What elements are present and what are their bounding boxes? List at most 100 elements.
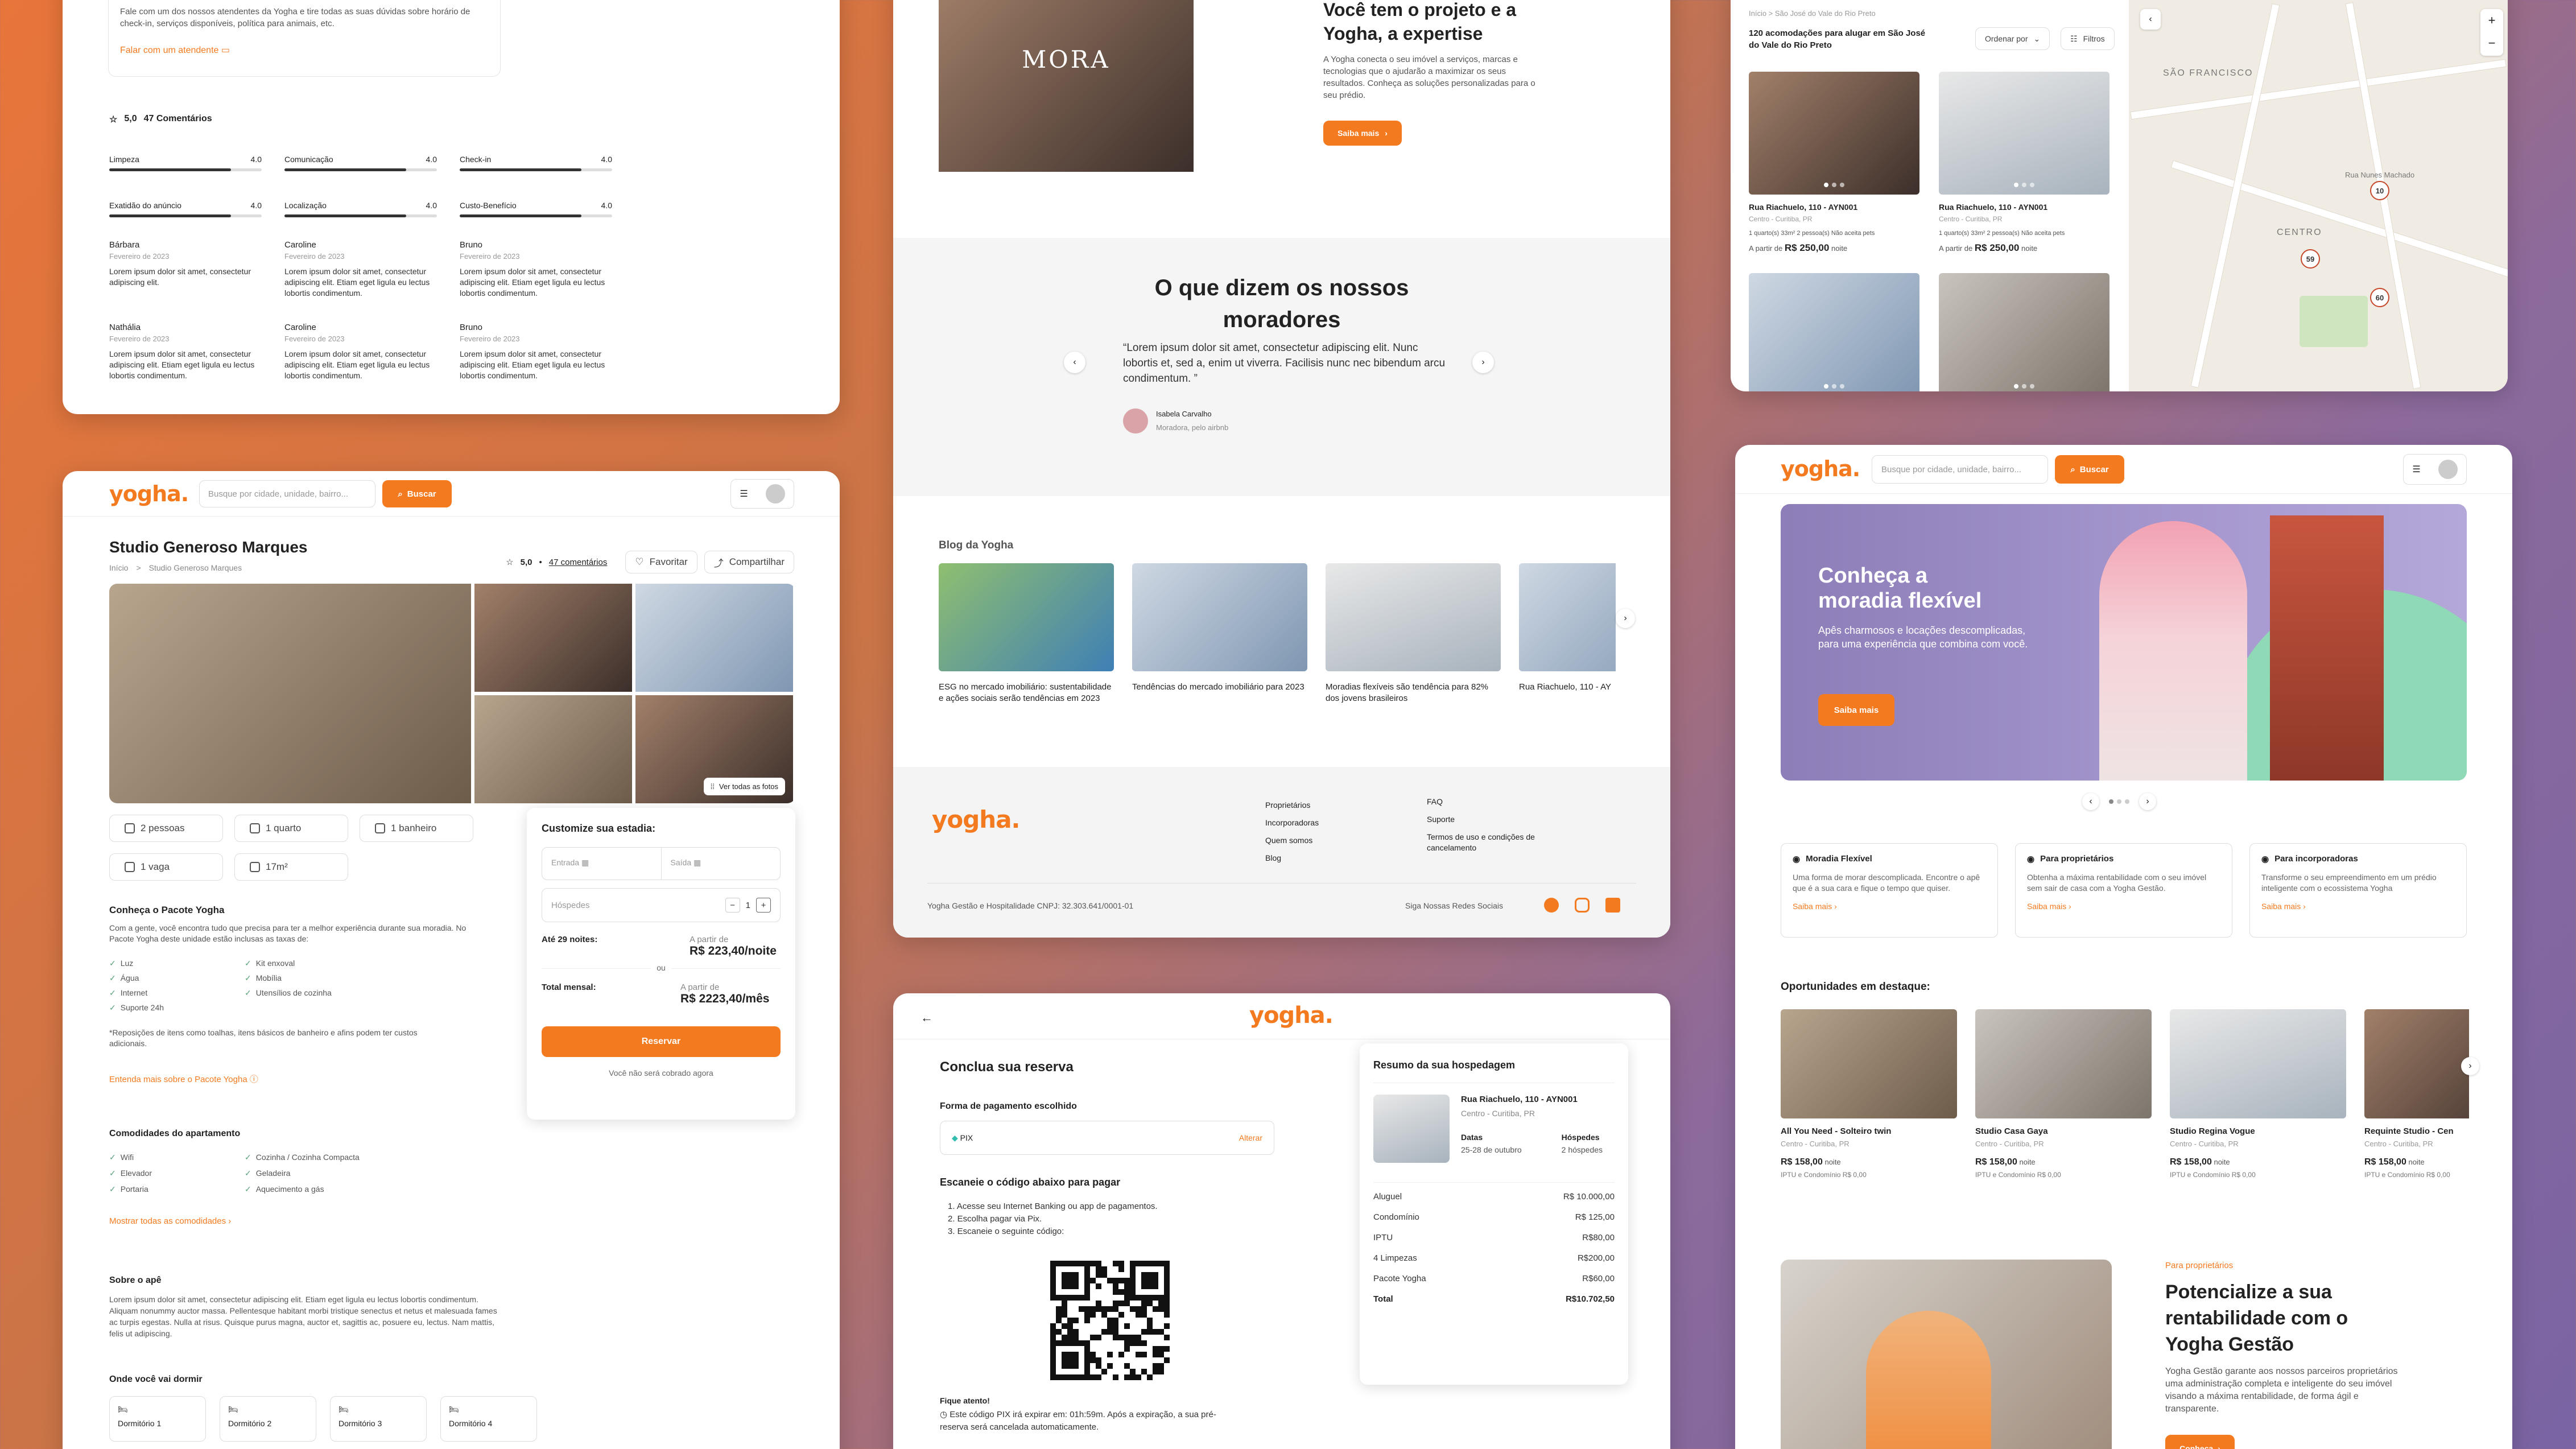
check-icon: ✓ [245,1184,251,1194]
logo[interactable]: yogha. [109,481,189,506]
footer-link[interactable]: Proprietários [1265,796,1319,814]
stay-guests: 2 hóspedes [1561,1145,1603,1154]
photo[interactable]: ⁞⁞ Ver todas as fotos [635,695,793,803]
scan-title: Escaneie o código abaixo para pagar [940,1176,1121,1188]
logo[interactable]: yogha. [1249,1002,1334,1029]
booking-box: Customize sua estadia: Entrada ▦ Saída ▦… [527,808,795,1120]
listing-card[interactable] [1939,273,2109,391]
photo-main[interactable] [109,584,471,803]
back-arrow-icon[interactable]: ← [920,1010,933,1025]
list-item: ✓ Suporte 24h [109,1003,164,1012]
photo[interactable] [474,584,632,692]
user-menu[interactable]: ☰ [2403,454,2467,485]
map-pin[interactable]: 10 [2370,181,2389,200]
footer-link[interactable]: Incorporadoras [1265,814,1319,832]
minus-button[interactable]: − [725,898,740,913]
user-menu[interactable]: ☰ [730,479,794,509]
amenities-link[interactable]: Mostrar todas as comodidades › [109,1216,231,1226]
cost-list: Aluguel R$ 10.000,00 Condomínio R$ 125,00 IP… [1373,1192,1615,1283]
zoom-in-icon[interactable]: + [2480,9,2503,32]
comments-link[interactable]: 47 comentários [549,558,608,567]
listing-card[interactable]: Rua Riachuelo, 110 - AYN001 Centro - Curi… [1749,72,1919,254]
room-card[interactable]: 🛏 Dormitório 2 [220,1396,316,1442]
listing-card[interactable] [1749,273,1919,391]
opportunity-card[interactable]: Requinte Studio - Cen Centro - Curitiba, … [2364,1009,2469,1179]
next-arrow-icon[interactable]: › [1616,609,1635,628]
logo[interactable]: yogha. [1781,456,1860,481]
reserve-button[interactable]: Reservar [542,1026,781,1057]
rating-bar [284,214,437,217]
map[interactable]: SÃO FRANCISCO CENTRO Rua Nunes Machado 1… [2129,0,2508,391]
listing-photo [2170,1009,2346,1118]
checkout-field[interactable]: Saída ▦ [662,848,781,880]
owner-button[interactable]: Conheça › [2165,1435,2235,1449]
photo[interactable] [474,695,632,803]
guests-count: 1 [745,900,750,910]
footer-link[interactable]: Suporte [1427,814,1552,825]
room-card[interactable]: 🛏 Dormitório 1 [109,1396,206,1442]
footer-link[interactable]: Quem somos [1265,832,1319,849]
sort-select[interactable]: Ordenar por ⌄ [1975,27,2050,50]
hero-button[interactable]: Saiba mais › [1323,121,1402,146]
linkedin-icon[interactable] [1605,898,1620,913]
map-pin[interactable]: 60 [2370,288,2389,307]
check-icon: ✓ [109,1184,116,1194]
search-input[interactable]: Busque por cidade, unidade, bairro... [1872,455,2048,484]
listing-photo [1749,72,1919,195]
pack-link[interactable]: Entenda mais sobre o Pacote Yogha ⓘ [109,1073,258,1085]
contact-link[interactable]: Falar com um atendente ▭ [120,44,489,56]
checkin-field[interactable]: Entrada ▦ [542,848,662,880]
prev-arrow-icon[interactable]: ‹ [1064,352,1085,373]
testimonials-section: O que dizem os nossos moradores ‹ “Lorem… [893,238,1670,496]
rating-criterion: Comunicação 4.0 [284,155,437,171]
search-button[interactable]: ⌕ Buscar [2055,455,2124,484]
blog-post[interactable]: Rua Riachuelo, 110 - AY [1519,563,1616,704]
opportunity-card[interactable]: Studio Casa Gaya Centro - Curitiba, PR R$ … [1975,1009,2152,1179]
footer-link[interactable]: Termos de uso e condições de cancelament… [1427,832,1552,853]
opportunity-card[interactable]: Studio Regina Vogue Centro - Curitiba, PR… [2170,1009,2346,1179]
footer-link[interactable]: Blog [1265,849,1319,867]
feature-card: ◉ Moradia Flexível Uma forma de morar desc… [1781,843,1998,938]
prev-arrow-icon[interactable]: ‹ [2082,793,2099,810]
check-icon: ✓ [109,1169,116,1178]
blog-post[interactable]: Tendências do mercado imobiliário para 2… [1132,563,1307,704]
monthly-label: Total mensal: [542,982,596,992]
favorite-button[interactable]: ♡ Favoritar [625,551,697,573]
feature-chip: 17m² [234,853,348,881]
summary-box: Resumo da sua hospedagem Rua Riachuelo, … [1360,1043,1628,1385]
opportunity-card[interactable]: All You Need - Solteiro twin Centro - Cur… [1781,1009,1957,1179]
listing-card[interactable]: Rua Riachuelo, 110 - AYN001 Centro - Curi… [1939,72,2109,254]
next-arrow-icon[interactable]: › [2461,1057,2479,1075]
search-input[interactable]: Busque por cidade, unidade, bairro... [199,480,375,507]
zoom-out-icon[interactable]: − [2480,32,2503,55]
search-button[interactable]: ⌕ Buscar [382,480,452,507]
blog-post[interactable]: Moradias flexíveis são tendência para 82… [1326,563,1501,704]
room-card[interactable]: 🛏 Dormitório 3 [330,1396,427,1442]
change-payment-link[interactable]: Alterar [1239,1133,1262,1142]
feature-link[interactable]: Saiba mais › [1793,902,1986,911]
feature-link[interactable]: Saiba mais › [2027,902,2220,911]
footer-link[interactable]: FAQ [1427,796,1552,807]
see-all-photos-button[interactable]: ⁞⁞ Ver todas as fotos [703,778,785,795]
stay-dates: 25-28 de outubro [1461,1145,1522,1154]
nights-label: Até 29 noites: [542,935,598,944]
map-pin[interactable]: 59 [2301,249,2320,269]
plus-button[interactable]: + [756,898,771,913]
post-image [1326,563,1501,671]
photo-gallery[interactable]: ⁞⁞ Ver todas as fotos [109,584,795,803]
instagram-icon[interactable] [1575,898,1590,913]
feature-link[interactable]: Saiba mais › [2261,902,2455,911]
filters-button[interactable]: ☷ Filtros [2061,27,2115,50]
room-card[interactable]: 🛏 Dormitório 4 [440,1396,537,1442]
next-arrow-icon[interactable]: › [1472,352,1494,373]
feature-cards: ◉ Moradia Flexível Uma forma de morar desc… [1781,843,2467,938]
next-arrow-icon[interactable]: › [2139,793,2156,810]
facebook-icon[interactable] [1544,898,1559,913]
photo[interactable] [635,584,793,692]
home-owner-card: MORA Você tem o projeto e a Yogha, a exp… [893,0,1670,938]
footer-logo[interactable]: yogha. [932,806,1020,833]
blog-post[interactable]: ESG no mercado imobiliário: sustentabili… [939,563,1114,704]
back-arrow-icon[interactable]: ‹ [2140,9,2161,30]
hero-button[interactable]: Saiba mais [1818,694,1894,726]
share-button[interactable]: ⤴ Compartilhar [704,551,794,573]
